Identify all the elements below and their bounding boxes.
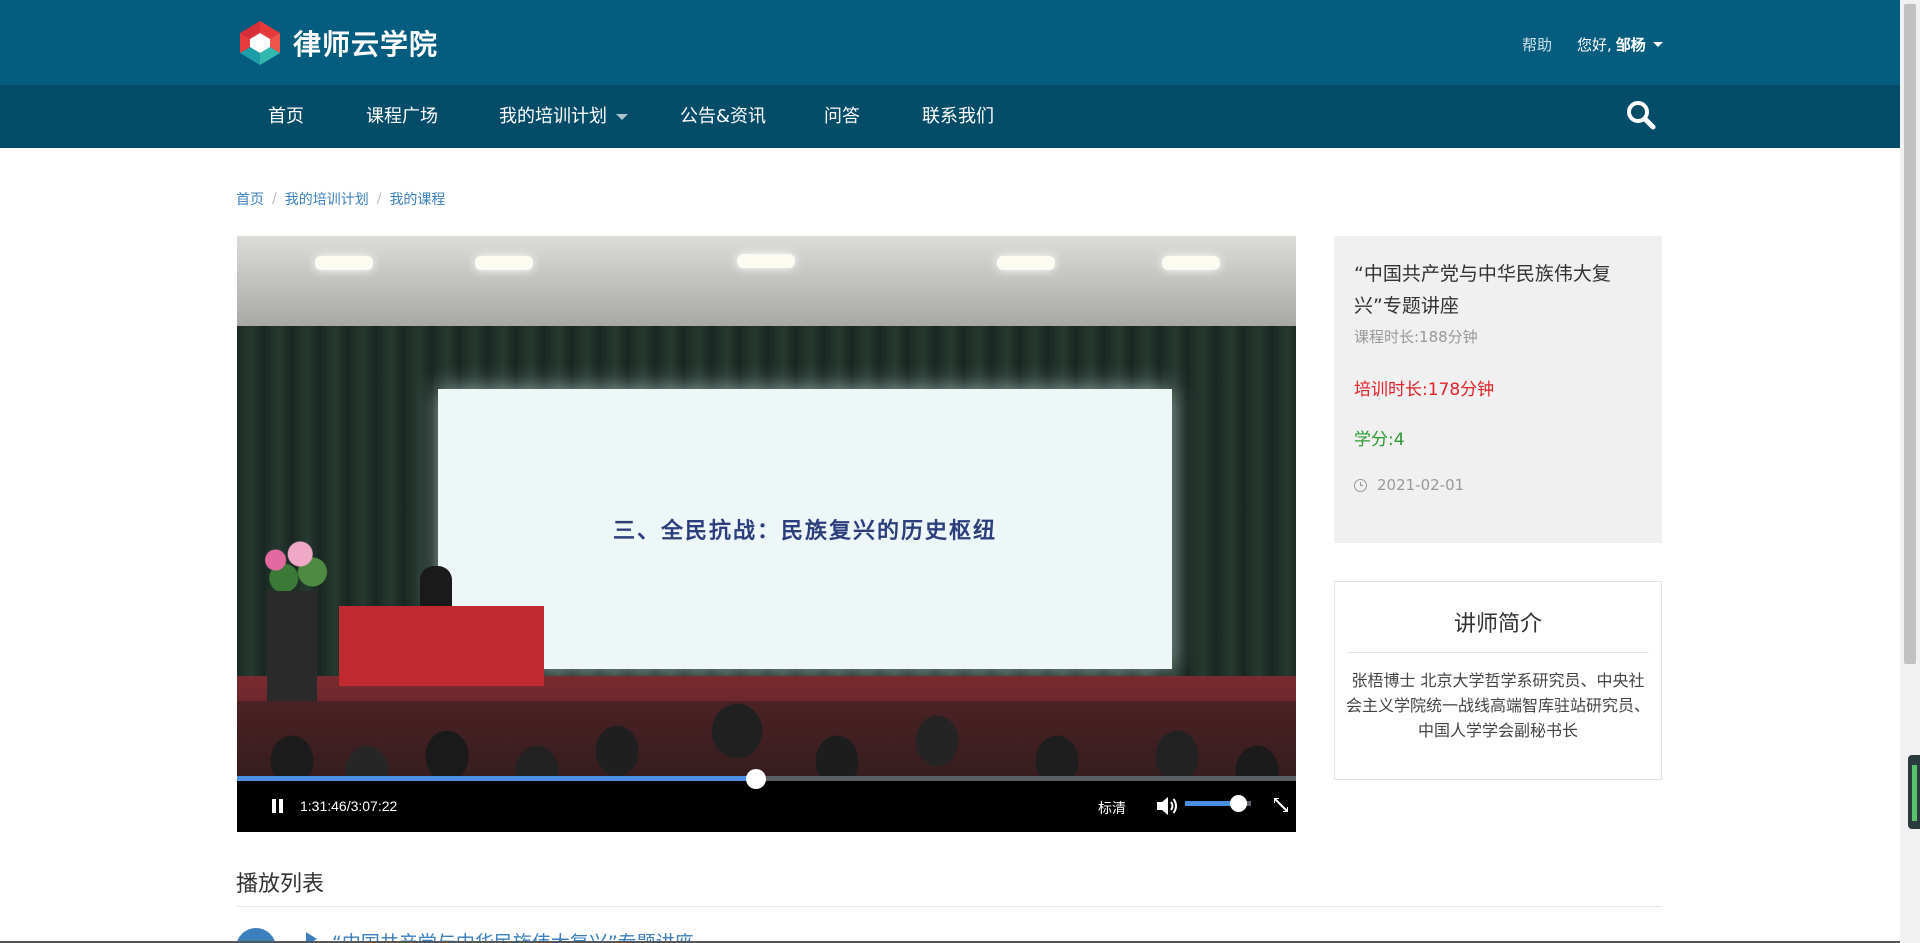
course-info-card: “中国共产党与中华民族伟大复兴”专题讲座 课程时长:188分钟 培训时长:178… bbox=[1334, 236, 1662, 543]
main-nav: 首页 课程广场 我的培训计划 公告&资讯 问答 联系我们 bbox=[0, 85, 1900, 148]
playlist-title: 播放列表 bbox=[236, 872, 325, 897]
volume-handle[interactable] bbox=[1229, 795, 1247, 812]
training-time: 培训时长:178分钟 bbox=[1354, 380, 1495, 400]
video-player[interactable]: 三、全民抗战：民族复兴的历史枢纽 1:31:46/3:07:22 标清 bbox=[237, 236, 1296, 832]
course-credit: 学分:4 bbox=[1354, 430, 1405, 450]
video-frame-light bbox=[315, 256, 373, 270]
lecturer-heading: 讲师简介 bbox=[1347, 606, 1649, 653]
course-date: 2021-02-01 bbox=[1377, 476, 1465, 494]
pause-icon[interactable] bbox=[271, 799, 285, 813]
video-frame-light bbox=[737, 254, 795, 268]
user-menu[interactable]: 您好, 邹杨 bbox=[1577, 34, 1663, 55]
lecturer-card: 讲师简介 张梧博士 北京大学哲学系研究员、中央社会主义学院统一战线高端智库驻站研… bbox=[1334, 581, 1662, 780]
video-frame-flowers bbox=[251, 536, 333, 596]
breadcrumb-separator: / bbox=[272, 191, 277, 207]
course-date-row: 2021-02-01 bbox=[1354, 476, 1464, 494]
video-frame-ceiling bbox=[237, 236, 1296, 326]
video-progress-fill bbox=[237, 776, 756, 781]
greeting-text: 您好, bbox=[1577, 36, 1612, 54]
chevron-down-icon[interactable] bbox=[616, 114, 628, 120]
top-header: 律师云学院 帮助 您好, 邹杨 bbox=[0, 0, 1900, 85]
video-frame-table bbox=[339, 606, 544, 686]
video-frame-light bbox=[997, 256, 1055, 270]
fullscreen-icon[interactable] bbox=[1273, 797, 1289, 813]
nav-home[interactable]: 首页 bbox=[268, 85, 304, 148]
video-progress-handle[interactable] bbox=[745, 769, 766, 789]
site-logo[interactable]: 律师云学院 bbox=[236, 19, 438, 67]
volume-icon[interactable] bbox=[1155, 795, 1179, 817]
breadcrumb-separator: / bbox=[376, 191, 382, 207]
logo-icon bbox=[236, 19, 284, 67]
video-time: 1:31:46/3:07:22 bbox=[300, 798, 398, 814]
volume-slider[interactable] bbox=[1185, 795, 1251, 812]
help-link[interactable]: 帮助 bbox=[1522, 34, 1552, 55]
nav-training-plan[interactable]: 我的培训计划 bbox=[499, 85, 607, 148]
clock-icon bbox=[1354, 478, 1367, 492]
side-widget[interactable] bbox=[1908, 755, 1920, 829]
nav-qa[interactable]: 问答 bbox=[824, 85, 860, 148]
nav-announcements[interactable]: 公告&资讯 bbox=[680, 85, 766, 148]
chevron-down-icon bbox=[1652, 42, 1663, 47]
slide-text: 三、全民抗战：民族复兴的历史枢纽 bbox=[612, 519, 997, 544]
video-frame-speaker bbox=[420, 566, 452, 610]
username: 邹杨 bbox=[1615, 36, 1646, 54]
nav-course-square[interactable]: 课程广场 bbox=[366, 85, 438, 148]
breadcrumb-my-courses[interactable]: 我的课程 bbox=[389, 189, 445, 209]
breadcrumb: 首页 / 我的培训计划 / 我的课程 bbox=[236, 189, 445, 209]
search-icon[interactable] bbox=[1626, 100, 1656, 130]
video-frame-light bbox=[1162, 256, 1220, 270]
scrollbar-thumb[interactable] bbox=[1904, 4, 1916, 664]
video-frame-projection-screen: 三、全民抗战：民族复兴的历史枢纽 bbox=[438, 389, 1172, 669]
video-progress-bar[interactable] bbox=[237, 769, 1296, 789]
breadcrumb-home[interactable]: 首页 bbox=[236, 189, 264, 209]
course-duration: 课程时长:188分钟 bbox=[1354, 328, 1478, 346]
breadcrumb-training-plan[interactable]: 我的培训计划 bbox=[285, 189, 369, 209]
lecturer-bio: 张梧博士 北京大学哲学系研究员、中央社会主义学院统一战线高端智库驻站研究员、中国… bbox=[1345, 671, 1650, 740]
video-frame-light bbox=[475, 256, 533, 270]
quality-button[interactable]: 标清 bbox=[1098, 798, 1126, 818]
nav-contact[interactable]: 联系我们 bbox=[922, 85, 994, 148]
logo-text: 律师云学院 bbox=[293, 28, 439, 61]
course-title: “中国共产党与中华民族伟大复兴”专题讲座 bbox=[1354, 263, 1611, 317]
playlist-divider bbox=[236, 906, 1662, 907]
